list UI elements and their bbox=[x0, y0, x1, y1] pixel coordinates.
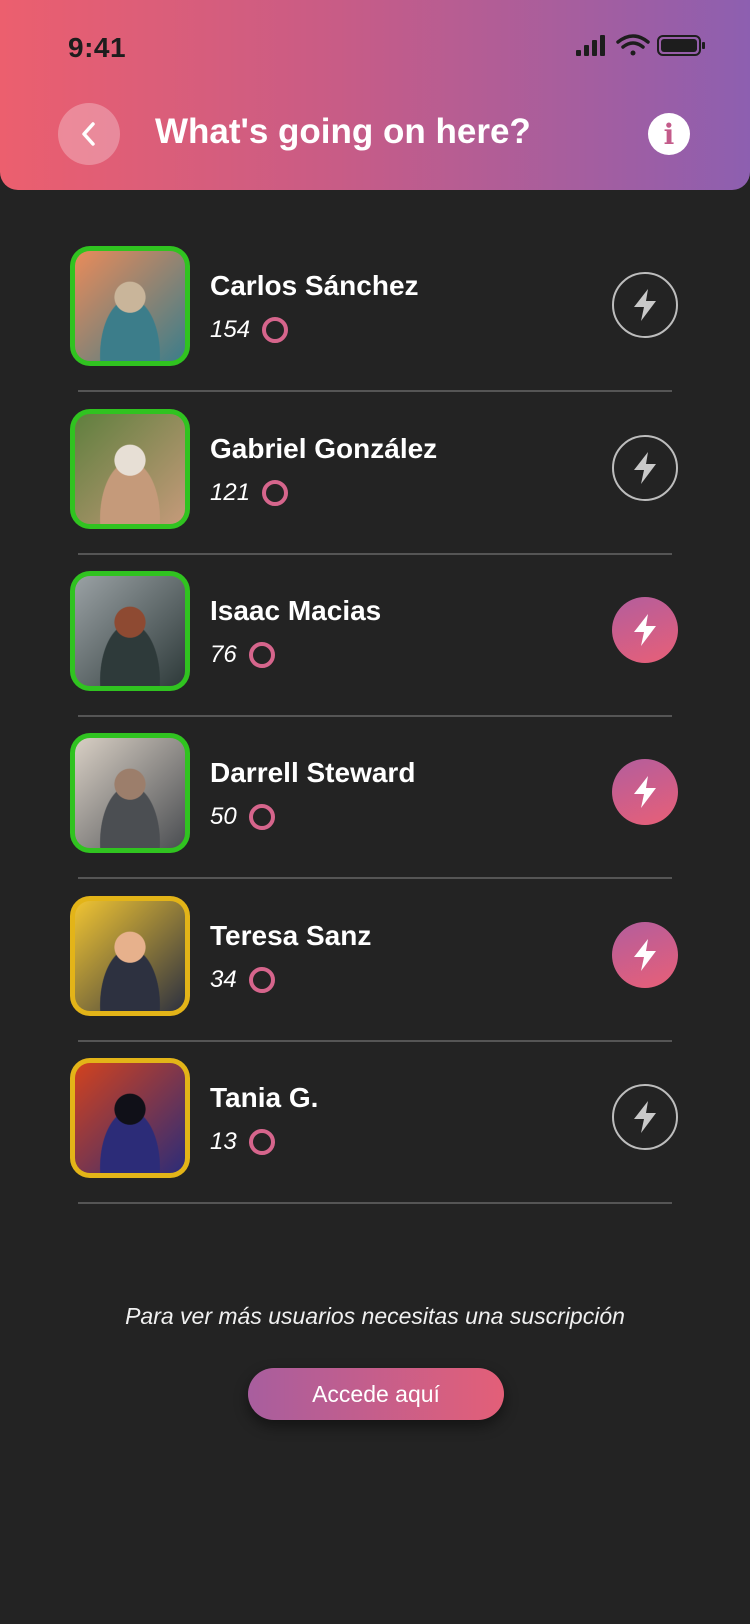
avatar[interactable] bbox=[70, 409, 190, 529]
points-ring-icon bbox=[262, 480, 289, 506]
chevron-left-icon bbox=[82, 122, 95, 146]
avatar-photo bbox=[75, 414, 185, 524]
score-value: 13 bbox=[210, 1128, 237, 1155]
info-icon: i bbox=[663, 117, 675, 151]
user-name: Gabriel González bbox=[210, 433, 438, 464]
score-value: 76 bbox=[210, 641, 237, 668]
divider bbox=[78, 553, 672, 555]
access-button[interactable]: Accede aquí bbox=[248, 1368, 504, 1420]
score-value: 34 bbox=[210, 966, 237, 993]
user-score: 76 bbox=[210, 641, 275, 669]
signal-icon bbox=[576, 35, 605, 56]
lightning-bolt-icon bbox=[634, 1101, 656, 1133]
battery-icon bbox=[657, 35, 705, 56]
list-item[interactable]: Gabriel González 121 bbox=[0, 403, 750, 563]
boost-button[interactable] bbox=[612, 272, 678, 338]
points-ring-icon bbox=[248, 967, 275, 993]
lightning-bolt-icon bbox=[634, 614, 656, 646]
avatar[interactable] bbox=[70, 571, 190, 691]
points-ring-icon bbox=[248, 642, 275, 668]
lightning-bolt-icon bbox=[634, 452, 656, 484]
user-name: Carlos Sánchez bbox=[210, 270, 419, 301]
points-ring-icon bbox=[248, 1129, 275, 1155]
divider bbox=[78, 877, 672, 879]
lightning-bolt-icon bbox=[634, 289, 656, 321]
user-score: 121 bbox=[210, 479, 289, 507]
points-ring-icon bbox=[248, 804, 275, 830]
list-item[interactable]: Isaac Macias 76 bbox=[0, 565, 750, 725]
page-title: What's going on here? bbox=[155, 112, 531, 151]
avatar-photo bbox=[75, 251, 185, 361]
subscription-message: Para ver más usuarios necesitas una susc… bbox=[125, 1303, 625, 1329]
avatar-photo bbox=[75, 1063, 185, 1173]
user-name: Darrell Steward bbox=[210, 757, 416, 788]
back-button[interactable] bbox=[58, 103, 120, 165]
info-button[interactable]: i bbox=[648, 113, 690, 155]
avatar[interactable] bbox=[70, 246, 190, 366]
divider bbox=[78, 390, 672, 392]
avatar[interactable] bbox=[70, 1058, 190, 1178]
status-time: 9:41 bbox=[68, 32, 127, 63]
divider bbox=[78, 1040, 672, 1042]
user-name: Isaac Macias bbox=[210, 595, 382, 626]
avatar[interactable] bbox=[70, 733, 190, 853]
score-value: 50 bbox=[210, 803, 237, 830]
user-name: Teresa Sanz bbox=[210, 920, 372, 951]
avatar-photo bbox=[75, 738, 185, 848]
score-value: 154 bbox=[210, 316, 251, 343]
user-score: 13 bbox=[210, 1128, 275, 1156]
user-score: 34 bbox=[210, 966, 275, 994]
user-score: 154 bbox=[210, 316, 289, 344]
avatar-photo bbox=[75, 901, 185, 1011]
status-icons bbox=[576, 34, 705, 56]
avatar-photo bbox=[75, 576, 185, 686]
divider bbox=[78, 1202, 672, 1204]
avatar[interactable] bbox=[70, 896, 190, 1016]
lightning-bolt-icon bbox=[634, 939, 656, 971]
list-item[interactable]: Tania G. 13 bbox=[0, 1052, 750, 1212]
boost-button[interactable] bbox=[612, 922, 678, 988]
boost-button[interactable] bbox=[612, 759, 678, 825]
divider bbox=[78, 715, 672, 717]
boost-button[interactable] bbox=[612, 435, 678, 501]
boost-button[interactable] bbox=[612, 597, 678, 663]
points-ring-icon bbox=[262, 317, 289, 343]
score-value: 121 bbox=[210, 479, 251, 506]
boost-button[interactable] bbox=[612, 1084, 678, 1150]
user-score: 50 bbox=[210, 803, 275, 831]
user-name: Tania G. bbox=[210, 1082, 319, 1113]
lightning-bolt-icon bbox=[634, 776, 656, 808]
list-item[interactable]: Darrell Steward 50 bbox=[0, 727, 750, 887]
wifi-icon bbox=[616, 34, 650, 56]
header: 9:41 What's going on here? i bbox=[0, 0, 750, 190]
list-item[interactable]: Carlos Sánchez 154 bbox=[0, 240, 750, 400]
list-item[interactable]: Teresa Sanz 34 bbox=[0, 890, 750, 1050]
